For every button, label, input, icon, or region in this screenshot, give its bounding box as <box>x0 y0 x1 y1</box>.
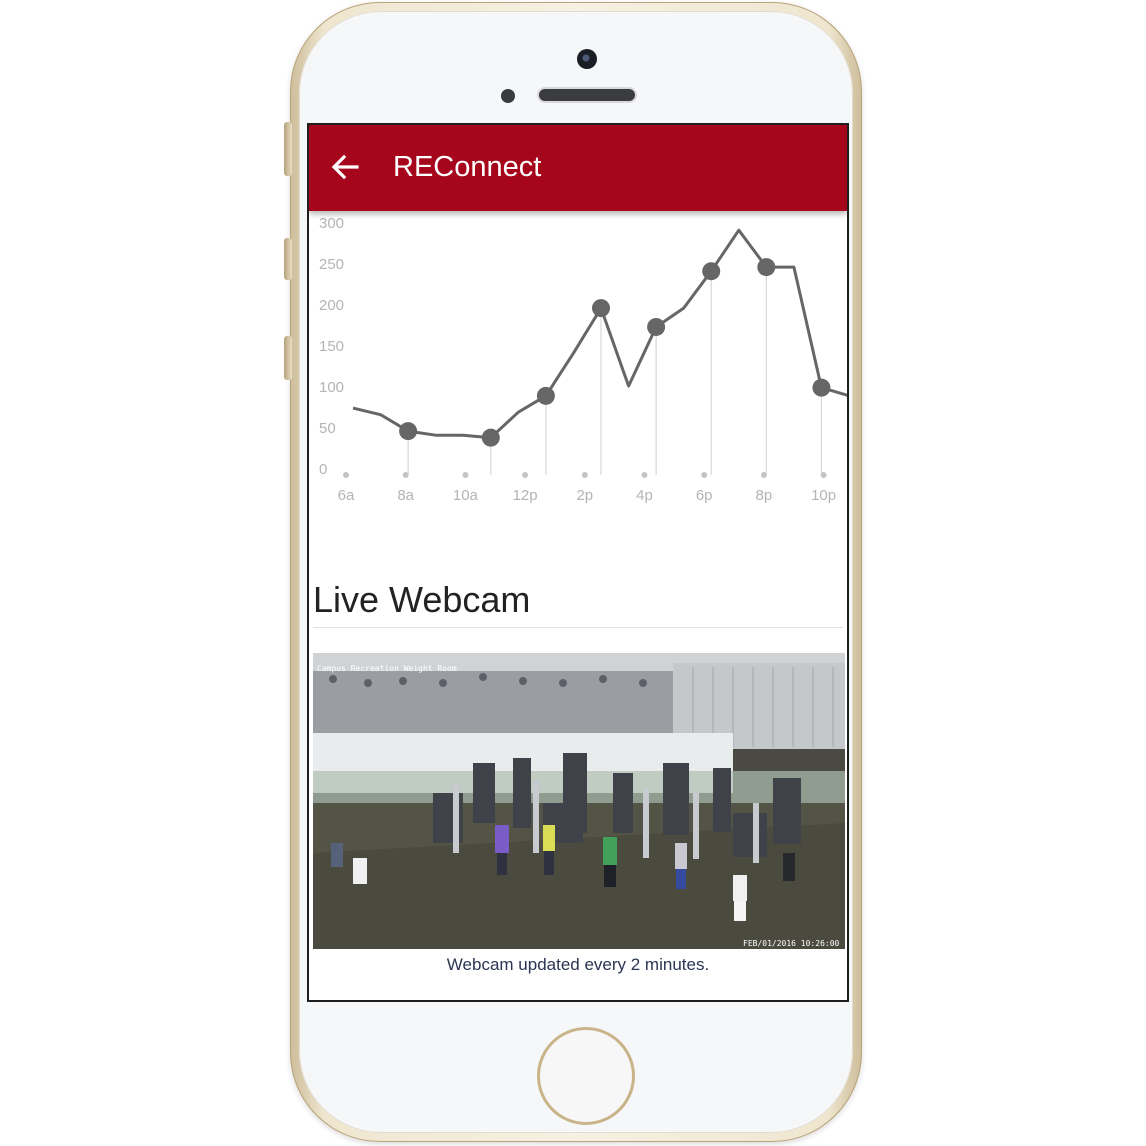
data-point <box>399 422 418 441</box>
y-tick-label: 100 <box>319 379 344 396</box>
x-tick-label: 2p <box>576 487 593 504</box>
data-point <box>647 317 666 336</box>
x-tick-label: 12p <box>513 487 538 504</box>
mute-switch <box>284 122 292 176</box>
x-tick-dot <box>522 472 529 478</box>
x-tick-label: 4p <box>636 487 653 504</box>
data-point <box>757 258 776 277</box>
x-tick-label: 10a <box>453 487 479 504</box>
app-bar: REConnect <box>309 125 847 211</box>
data-point <box>536 386 555 405</box>
app-screen: REConnect 300 250 200 150 100 50 0 6a 8a 10a 12p 2p… <box>307 123 849 1002</box>
webcam-scene: Campus Recreation Weight Room FEB/01/201… <box>313 653 845 949</box>
home-button[interactable] <box>537 1027 635 1125</box>
x-tick-label: 6p <box>696 487 713 504</box>
x-tick-dot <box>641 472 648 478</box>
data-point <box>812 378 831 397</box>
webcam-label: Campus Recreation Weight Room <box>317 664 457 673</box>
occupancy-line-chart: 300 250 200 150 100 50 0 6a 8a 10a 12p 2p 4p 6p 8p 10p <box>319 215 847 504</box>
data-point <box>592 299 610 318</box>
y-tick-label: 200 <box>319 297 344 314</box>
section-title: Live Webcam <box>313 579 531 620</box>
y-tick-label: 0 <box>319 461 327 478</box>
webcam-caption: Webcam updated every 2 minutes. <box>446 955 710 974</box>
front-camera <box>577 49 597 69</box>
section-divider <box>313 627 843 628</box>
y-tick-label: 150 <box>319 338 344 355</box>
x-tick-label: 8a <box>397 487 414 504</box>
x-tick-dot <box>701 472 708 478</box>
volume-down-button <box>284 336 292 380</box>
x-tick-dot <box>343 472 349 478</box>
webcam-image: Campus Recreation Weight Room FEB/01/201… <box>313 653 845 949</box>
y-tick-label: 50 <box>319 420 336 437</box>
y-tick-label: 300 <box>319 215 344 232</box>
data-point <box>702 262 721 281</box>
proximity-sensor <box>501 89 515 103</box>
x-tick-dot <box>462 472 469 478</box>
x-tick-label: 10p <box>811 487 836 504</box>
y-tick-label: 250 <box>319 256 344 273</box>
x-tick-label: 6a <box>338 487 355 504</box>
webcam-timestamp: FEB/01/2016 10:26:00 <box>743 939 840 948</box>
app-title: REConnect <box>393 151 542 183</box>
x-tick-dot <box>581 472 588 478</box>
arrow-left-icon[interactable] <box>329 151 361 183</box>
data-point <box>481 428 500 447</box>
x-tick-label: 8p <box>756 487 773 504</box>
volume-up-button <box>284 238 292 280</box>
earpiece-speaker <box>539 89 635 101</box>
